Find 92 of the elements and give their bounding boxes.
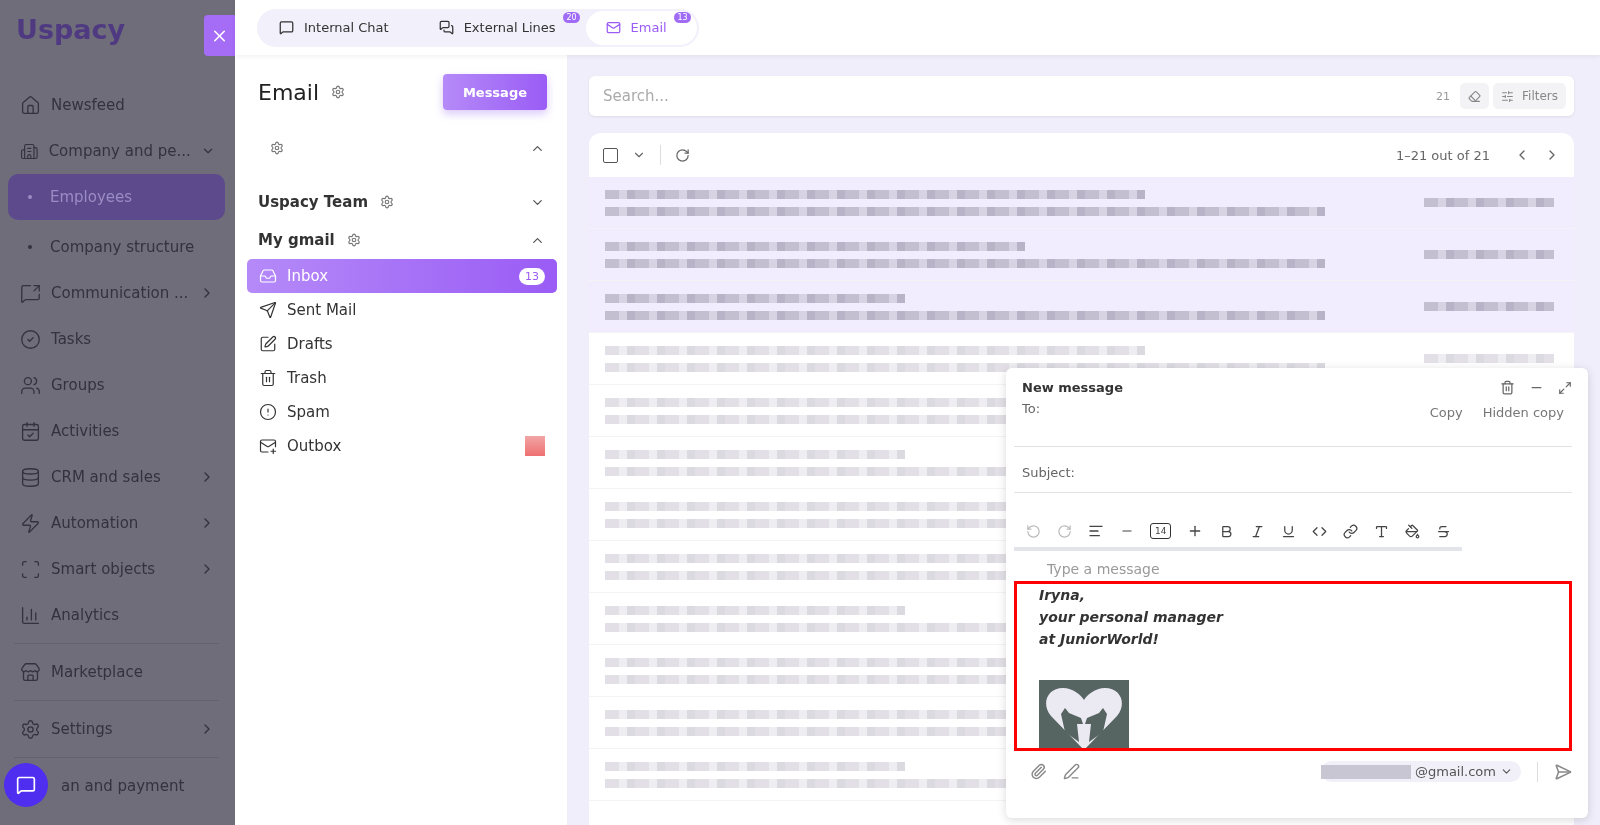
folder-item[interactable]: Sent Mail: [247, 293, 557, 327]
italic-icon[interactable]: [1250, 523, 1266, 539]
calendar-icon: [20, 420, 41, 442]
account-name[interactable]: Uspacy Team: [258, 193, 369, 211]
align-icon[interactable]: [1088, 523, 1104, 539]
folder-item[interactable]: Outbox: [247, 429, 557, 463]
sender-address: @gmail.com: [1415, 764, 1496, 779]
send-icon: [259, 301, 277, 319]
settings-icon[interactable]: [270, 141, 284, 155]
refresh-icon[interactable]: [675, 147, 690, 163]
sidebar-item[interactable]: Settings: [8, 706, 225, 752]
database-icon: [20, 466, 41, 488]
underline-icon[interactable]: [1281, 523, 1297, 539]
chat-widget-button[interactable]: [4, 763, 48, 807]
sidebar-item[interactable]: Newsfeed: [8, 82, 225, 128]
sidebar-item[interactable]: Company structure: [8, 224, 225, 270]
select-all-checkbox[interactable]: [603, 147, 618, 163]
sidebar-item[interactable]: Analytics: [8, 592, 225, 638]
store-icon: [20, 661, 41, 683]
search-field[interactable]: Search... 21 Filters: [589, 76, 1574, 116]
settings-icon: [20, 718, 41, 740]
paperclip-icon[interactable]: [1030, 763, 1047, 780]
alert-icon: [259, 403, 277, 421]
chat-icon: [20, 282, 41, 304]
check-circle-icon: [20, 328, 41, 350]
sidebar-item[interactable]: an and payment: [58, 763, 225, 809]
count-badge: 20: [563, 11, 580, 23]
sidebar-item[interactable]: Company and pe...: [8, 128, 225, 174]
chat-icon: [16, 775, 36, 795]
clear-button[interactable]: [1460, 83, 1489, 109]
sender-select[interactable]: @gmail.com: [1321, 761, 1521, 782]
result-count: 21: [1436, 89, 1450, 103]
scan-icon: [20, 558, 41, 580]
expand-icon[interactable]: [1558, 380, 1572, 395]
hidden-copy-link[interactable]: Hidden copy: [1482, 401, 1564, 424]
pen-icon[interactable]: [1063, 763, 1080, 780]
settings-icon[interactable]: [346, 233, 361, 247]
sidebar-item[interactable]: Smart objects: [8, 546, 225, 592]
count-badge: 13: [519, 267, 545, 285]
compose-title: New message: [1022, 380, 1124, 395]
signature-line: your personal manager: [1039, 608, 1223, 627]
folder-item[interactable]: Drafts: [247, 327, 557, 361]
strikethrough-icon[interactable]: [1436, 523, 1452, 539]
tab[interactable]: Internal Chat: [259, 10, 419, 45]
panel-title: Email: [258, 79, 320, 105]
copy-link[interactable]: Copy: [1429, 401, 1463, 424]
chats-icon: [438, 20, 454, 35]
trash-icon: [259, 369, 277, 387]
sidebar-item[interactable]: CRM and sales: [8, 454, 225, 500]
to-label: To:: [1022, 401, 1041, 416]
mail-icon: [605, 20, 621, 35]
home-icon: [20, 94, 41, 116]
bullet-icon: [28, 195, 32, 199]
sidebar-item[interactable]: Tasks: [8, 316, 225, 362]
lightning-icon: [20, 512, 41, 534]
eraser-icon: [1468, 89, 1481, 103]
edit-icon: [259, 335, 277, 353]
link-icon[interactable]: [1343, 523, 1359, 539]
subject-label: Subject:: [1022, 465, 1075, 480]
users-icon: [20, 374, 41, 396]
sliders-icon: [1501, 89, 1514, 103]
send-icon[interactable]: [1554, 762, 1572, 781]
inbox-icon: [259, 267, 277, 285]
settings-icon[interactable]: [380, 195, 395, 209]
mail-icon: [259, 437, 277, 455]
sidebar-item[interactable]: Employees: [8, 174, 225, 220]
sidebar-item[interactable]: Activities: [8, 408, 225, 454]
folder-item[interactable]: Inbox 13: [247, 259, 557, 293]
count-badge: 13: [674, 11, 691, 23]
folder-item[interactable]: Spam: [247, 395, 557, 429]
signature-line: Iryna,: [1039, 586, 1085, 605]
page-range: 1–21 out of 21: [1395, 147, 1490, 163]
bullet-icon: [28, 245, 32, 249]
folder-item[interactable]: Trash: [247, 361, 557, 395]
sidebar-item[interactable]: Automation: [8, 500, 225, 546]
filters-button[interactable]: Filters: [1493, 83, 1566, 109]
close-button[interactable]: [204, 15, 235, 56]
text-color-icon[interactable]: [1374, 523, 1390, 539]
trash-icon[interactable]: [1500, 380, 1515, 395]
sidebar-item[interactable]: Marketplace: [8, 649, 225, 695]
paint-bucket-icon[interactable]: [1405, 523, 1421, 539]
font-size-field[interactable]: 14: [1150, 523, 1172, 539]
sidebar-item[interactable]: Groups: [8, 362, 225, 408]
settings-icon[interactable]: [331, 85, 346, 99]
sidebar-item[interactable]: Communication ...: [8, 270, 225, 316]
message-button[interactable]: Message: [442, 74, 547, 110]
chat-icon: [279, 20, 294, 35]
tab[interactable]: External Lines 20: [418, 10, 586, 45]
account-name[interactable]: My gmail: [258, 231, 335, 249]
tab[interactable]: Email 13: [585, 10, 697, 45]
chart-icon: [20, 604, 41, 626]
signature-line: at JuniorWorld!: [1039, 630, 1159, 649]
